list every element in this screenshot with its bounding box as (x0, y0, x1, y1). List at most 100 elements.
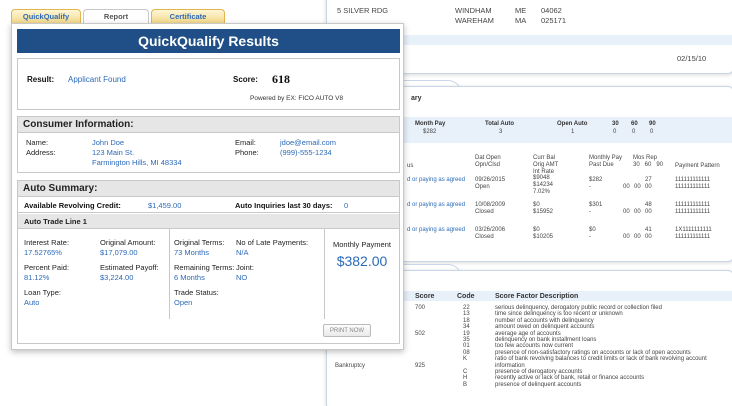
trade-status-label: Trade Status: (174, 288, 219, 297)
loan-type-value: Auto (24, 298, 40, 307)
late-payments-label: No of Late Payments: (236, 238, 309, 247)
col-60: 60 (631, 121, 638, 127)
phone-label: Phone: (235, 148, 259, 157)
original-terms-label: Original Terms: (174, 238, 225, 247)
trade-monthly-pay: $0 - (589, 227, 596, 240)
inquiries-value: 0 (344, 201, 349, 210)
late-payments-value: N/A (236, 248, 249, 257)
auto-heading: Auto Summary: (18, 181, 399, 197)
col-status: us (407, 163, 414, 169)
trade-30: 00 (623, 184, 630, 190)
tab-report[interactable]: Report (83, 9, 149, 23)
col-mos-rep: Mos Rep 30 60 90 (633, 155, 664, 168)
val-60: 0 (632, 129, 636, 135)
interest-value: 17.52765% (24, 248, 62, 257)
trade-monthly-pay: $301 - (589, 202, 603, 215)
loan-type-label: Loan Type: (24, 288, 61, 297)
factor-description: presence of delinquent accounts (495, 381, 582, 388)
val-30: 0 (613, 129, 617, 135)
trade-date: 10/08/2009 Closed (475, 202, 506, 215)
address-label: Address: (26, 148, 56, 157)
col-score: Score (415, 293, 435, 300)
col-total-auto: Total Auto (485, 121, 514, 127)
address-zip: 025171 (541, 16, 567, 25)
results-panel: QuickQualify Results Result: Applicant F… (11, 23, 404, 350)
trade-line-title: Auto Trade Line 1 (18, 214, 399, 229)
trade-pattern: 1X1111111111 111111111111 (675, 227, 712, 240)
address-line2: Farmington Hills, MI 48334 (92, 158, 182, 167)
print-now-button[interactable]: PRINT NOW (323, 324, 371, 337)
original-terms-value: 73 Months (174, 248, 210, 257)
consumer-phone: (999)-555-1234 (280, 148, 332, 157)
factor-code: K (463, 356, 468, 363)
factor-score: 502 (415, 331, 426, 337)
trade-status-value: Open (174, 298, 193, 307)
col-factor-description: Score Factor Description (495, 293, 579, 300)
trade-balance: $0 $15952 (533, 202, 554, 215)
powered-by: Powered by EX: FICO AUTO V8 (250, 95, 344, 102)
factor-score: 700 (415, 305, 426, 311)
payoff-label: Estimated Payoff: (100, 263, 159, 272)
consumer-email[interactable]: jdoe@email.com (280, 138, 336, 147)
factor-description: ratio of bank revolving balances to cred… (495, 356, 707, 363)
address-state: MA (515, 16, 527, 25)
quickqualify-modal: QuickQualify Report Certificate QuickQua… (11, 9, 404, 350)
trade-60: 00 (634, 234, 641, 240)
trade-monthly-pay: $282 - (589, 177, 603, 190)
trade-balance: $0 $10205 (533, 227, 554, 240)
address-city: WINDHAM (455, 6, 492, 15)
trade-status: d or paying as agreed (407, 177, 466, 183)
email-label: Email: (235, 138, 256, 147)
auto-summary-section: Auto Summary: Available Revolving Credit… (17, 180, 400, 344)
trade-30: 00 (623, 209, 630, 215)
percent-paid-value: 81.12% (24, 273, 50, 282)
col-code: Code (457, 293, 475, 300)
revolving-value: $1,459.00 (148, 201, 182, 210)
val-90: 0 (650, 129, 654, 135)
trade-90: 00 (645, 184, 652, 190)
col-payment-pattern: Payment Pattern (675, 163, 720, 169)
col-date: Dat Open Opn/Clsd (475, 155, 501, 168)
monthly-payment-label: Monthly Payment (333, 240, 391, 249)
trade-pattern: 111111111111 111111111111 (675, 177, 711, 190)
result-box: Result: Applicant Found Score: 618 Power… (17, 58, 400, 110)
col-open-auto: Open Auto (557, 121, 588, 127)
address-zip: 04062 (541, 6, 562, 15)
revolving-label: Available Revolving Credit: (24, 201, 121, 210)
original-amount-value: $17,079.00 (100, 248, 138, 257)
payoff-value: $3,224.00 (100, 273, 134, 282)
bankruptcy-label: Bankruptcy (335, 363, 366, 369)
result-value: Applicant Found (68, 75, 126, 84)
trade-30: 00 (623, 234, 630, 240)
factor-score: 925 (415, 363, 426, 369)
trade-60: 00 (634, 209, 641, 215)
factor-code: B (463, 381, 468, 388)
trade-date: 03/26/2006 Closed (475, 227, 506, 240)
trade-mos-rep: 48 (645, 202, 652, 208)
col-90: 90 (649, 121, 656, 127)
trade-90: 00 (645, 209, 652, 215)
trade-60: 00 (634, 184, 641, 190)
tab-certificate[interactable]: Certificate (151, 9, 225, 23)
tab-quickqualify[interactable]: QuickQualify (11, 9, 81, 23)
trade-date: 09/26/2015 Open (475, 177, 506, 190)
trade-status: d or paying as agreed (407, 202, 466, 208)
trade-pattern: 111111111111 111111111111 (675, 202, 711, 215)
val-open-auto: 1 (571, 129, 575, 135)
remaining-terms-value: 6 Months (174, 273, 205, 282)
original-amount-label: Original Amount: (100, 238, 156, 247)
remaining-terms-label: Remaining Terms: (174, 263, 235, 272)
address-state: ME (515, 6, 527, 15)
consumer-section: Consumer Information: Name: John Doe Add… (17, 116, 400, 173)
trade-mos-rep: 41 (645, 227, 652, 233)
name-label: Name: (26, 138, 49, 147)
trade-90: 00 (645, 234, 652, 240)
score-label: Score: (233, 75, 258, 84)
page-title: QuickQualify Results (17, 29, 400, 53)
address-city: WAREHAM (455, 16, 494, 25)
score-value: 618 (272, 72, 290, 86)
interest-label: Interest Rate: (24, 238, 70, 247)
joint-value: NO (236, 273, 248, 282)
col-balance: Curr Bal Orig AMT Int Rate (533, 155, 559, 175)
val-month-pay: $282 (423, 129, 437, 135)
